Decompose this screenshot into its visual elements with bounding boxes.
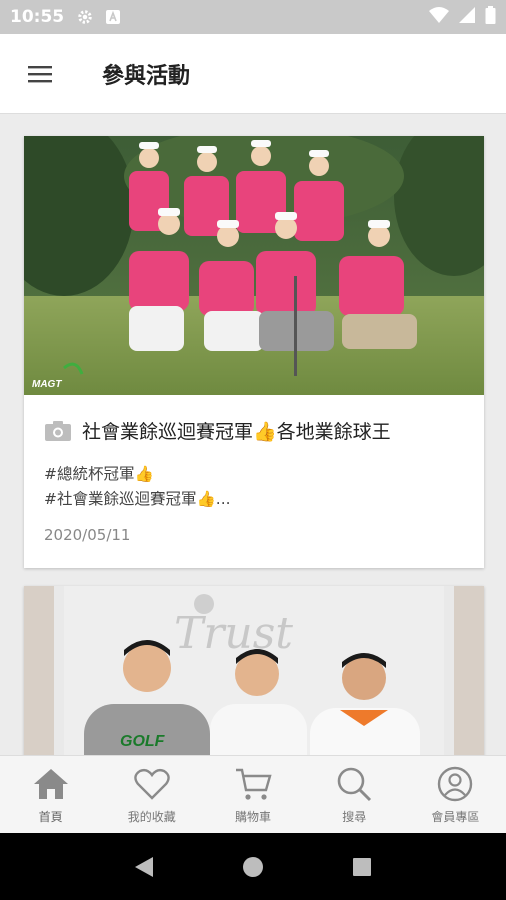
group-photo: Trust GOLF — [24, 586, 484, 755]
svg-text:Trust: Trust — [174, 608, 293, 659]
hamburger-menu-icon — [28, 65, 52, 82]
heart-icon — [132, 764, 172, 804]
activity-list[interactable]: MAGT 社會業餘巡迴賽冠軍👍各地業餘球王 #總統杯冠軍👍 #社會業餘巡迴賽冠軍… — [0, 114, 506, 755]
activity-card[interactable]: Trust GOLF — [24, 586, 484, 755]
card-description-line-1: #總統杯冠軍👍 — [44, 465, 154, 483]
svg-text:MAGT: MAGT — [32, 379, 62, 390]
system-navigation-bar — [0, 833, 506, 900]
battery-icon — [485, 6, 496, 28]
card-title: 社會業餘巡迴賽冠軍👍各地業餘球王 — [82, 421, 391, 443]
wifi-icon — [429, 7, 449, 27]
user-icon — [435, 764, 475, 804]
nav-cart[interactable]: 購物車 — [202, 756, 303, 833]
page-title: 參與活動 — [102, 63, 191, 89]
back-button[interactable] — [124, 847, 164, 887]
settings-gear-icon — [76, 8, 94, 26]
cart-icon — [233, 764, 273, 804]
back-triangle-icon — [135, 856, 154, 877]
golf-team-photo: MAGT — [24, 136, 484, 395]
status-bar: 10:55 — [0, 0, 506, 34]
status-time: 10:55 — [10, 7, 65, 27]
nav-search[interactable]: 搜尋 — [304, 756, 405, 833]
signal-icon — [459, 7, 475, 27]
recents-square-icon — [352, 857, 371, 876]
svg-text:GOLF: GOLF — [120, 733, 166, 750]
nav-home-label: 首頁 — [38, 810, 63, 824]
recents-button[interactable] — [342, 847, 382, 887]
camera-icon — [45, 420, 71, 441]
home-icon — [31, 764, 71, 804]
nav-member-label: 會員專區 — [431, 810, 480, 824]
home-circle-icon — [242, 856, 263, 877]
card-description: #總統杯冠軍👍 #社會業餘巡迴賽冠軍👍... — [44, 462, 464, 512]
card-date: 2020/05/11 — [44, 526, 131, 544]
app-bar: 參與活動 — [0, 34, 506, 114]
card-body: 社會業餘巡迴賽冠軍👍各地業餘球王 #總統杯冠軍👍 #社會業餘巡迴賽冠軍👍... … — [24, 395, 484, 562]
nav-cart-label: 購物車 — [235, 810, 272, 824]
a-notification-icon — [104, 8, 122, 26]
nav-favorites[interactable]: 我的收藏 — [101, 756, 202, 833]
nav-home[interactable]: 首頁 — [0, 756, 101, 833]
home-button[interactable] — [233, 847, 273, 887]
nav-search-label: 搜尋 — [342, 810, 367, 824]
bottom-navigation: 首頁 我的收藏 購物車 搜尋 會員專區 — [0, 755, 506, 833]
menu-button[interactable] — [0, 34, 80, 114]
nav-member[interactable]: 會員專區 — [405, 756, 506, 833]
search-icon — [334, 764, 374, 804]
nav-favorites-label: 我的收藏 — [127, 810, 176, 824]
activity-card[interactable]: MAGT 社會業餘巡迴賽冠軍👍各地業餘球王 #總統杯冠軍👍 #社會業餘巡迴賽冠軍… — [24, 136, 484, 568]
card-description-line-2: #社會業餘巡迴賽冠軍👍... — [44, 490, 231, 508]
